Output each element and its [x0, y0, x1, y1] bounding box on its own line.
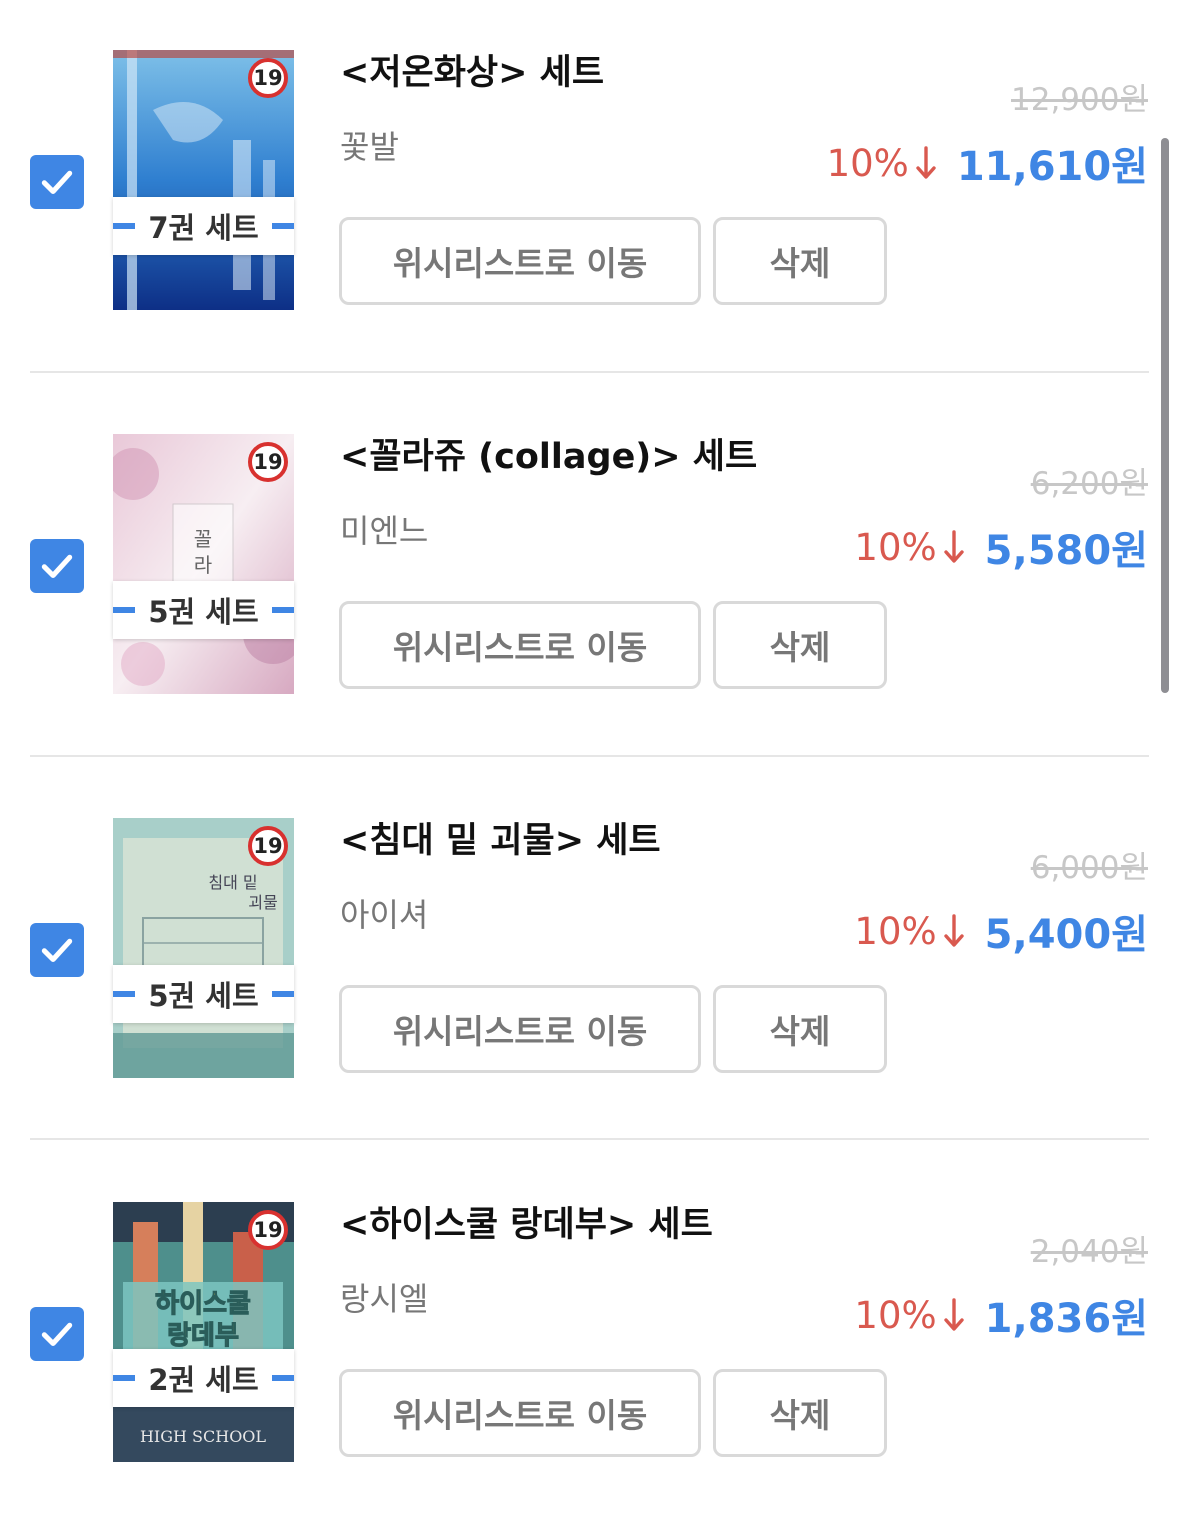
checkmark-icon	[41, 554, 73, 579]
price-row: 10% 11,610원	[827, 134, 1148, 192]
item-author: 랑시엘	[340, 1280, 429, 1318]
delete-button[interactable]: 삭제	[713, 985, 887, 1073]
cart-item: 하이스쿨 랑데부 HIGH SCHOOL 19 2권 세트 <하이스쿨 랑데부>…	[0, 1152, 1179, 1536]
delete-button[interactable]: 삭제	[713, 601, 887, 689]
age-rating-badge: 19	[248, 58, 288, 98]
sale-price: 1,836원	[984, 1296, 1148, 1342]
price-row: 10% 5,400원	[854, 902, 1148, 960]
divider	[30, 371, 1149, 373]
set-count-label: 5권 세트	[113, 965, 294, 1023]
arrow-down-icon	[943, 914, 964, 947]
item-title[interactable]: <꼴라쥬 (collage)> 세트	[340, 428, 757, 479]
book-cover[interactable]: 꼴 라 쥬 19	[113, 434, 294, 694]
checkmark-icon	[41, 938, 73, 963]
original-price: 2,040원	[1030, 1234, 1148, 1270]
move-to-wishlist-button[interactable]: 위시리스트로 이동	[339, 1369, 701, 1457]
book-cover[interactable]: 19	[113, 50, 294, 310]
price-row: 10% 5,580원	[854, 518, 1148, 576]
original-price: 6,200원	[1030, 466, 1148, 502]
move-to-wishlist-button[interactable]: 위시리스트로 이동	[339, 217, 701, 305]
set-count-label: 2권 세트	[113, 1349, 294, 1407]
move-to-wishlist-button[interactable]: 위시리스트로 이동	[339, 985, 701, 1073]
item-title[interactable]: <침대 밑 괴물> 세트	[340, 812, 661, 863]
divider	[30, 755, 1149, 757]
svg-text:침대 밑: 침대 밑	[208, 873, 257, 892]
discount-rate: 10%	[826, 141, 909, 185]
checkmark-icon	[41, 170, 73, 195]
delete-button[interactable]: 삭제	[713, 1369, 887, 1457]
age-rating-badge: 19	[248, 1210, 288, 1250]
svg-text:하이스쿨: 하이스쿨	[155, 1289, 251, 1319]
sale-price: 5,400원	[984, 912, 1148, 958]
price-row: 10% 1,836원	[854, 1286, 1148, 1344]
discount-rate: 10%	[854, 525, 937, 569]
discount-rate: 10%	[854, 909, 937, 953]
arrow-down-icon	[943, 1298, 964, 1331]
checkmark-icon	[41, 1322, 73, 1347]
age-rating-badge: 19	[248, 826, 288, 866]
item-checkbox[interactable]	[30, 1307, 84, 1361]
item-checkbox[interactable]	[30, 155, 84, 209]
svg-text:괴물: 괴물	[248, 893, 277, 912]
svg-text:HIGH SCHOOL: HIGH SCHOOL	[140, 1427, 266, 1446]
discount-rate: 10%	[854, 1293, 937, 1337]
sale-price: 5,580원	[984, 528, 1148, 574]
divider	[30, 1138, 1149, 1140]
item-checkbox[interactable]	[30, 923, 84, 977]
set-count-label: 7권 세트	[113, 197, 294, 255]
item-title[interactable]: <저온화상> 세트	[340, 44, 604, 95]
scrollbar[interactable]	[1161, 138, 1169, 693]
book-cover[interactable]: 침대 밑 괴물 19	[113, 818, 294, 1078]
original-price: 12,900원	[1011, 82, 1148, 118]
svg-text:꼴: 꼴	[194, 527, 212, 551]
original-price: 6,000원	[1030, 850, 1148, 886]
move-to-wishlist-button[interactable]: 위시리스트로 이동	[339, 601, 701, 689]
item-checkbox[interactable]	[30, 539, 84, 593]
svg-text:라: 라	[194, 553, 212, 577]
item-title[interactable]: <하이스쿨 랑데부> 세트	[340, 1196, 713, 1247]
arrow-down-icon	[916, 146, 936, 179]
sale-price: 11,610원	[956, 144, 1148, 190]
cart-item: 꼴 라 쥬 19 5권 세트 <꼴라쥬 (collage)> 세트 미엔느 6,…	[0, 384, 1179, 768]
cart-item: 19 7권 세트 <저온화상> 세트 꽃발 12,900원 10% 11,610…	[0, 0, 1179, 384]
book-cover[interactable]: 하이스쿨 랑데부 HIGH SCHOOL 19	[113, 1202, 294, 1462]
item-author: 미엔느	[340, 512, 429, 550]
item-author: 아이셔	[340, 896, 429, 934]
set-count-label: 5권 세트	[113, 581, 294, 639]
cart-item: 침대 밑 괴물 19 5권 세트 <침대 밑 괴물> 세트 아이셔 6,000원…	[0, 768, 1179, 1152]
age-rating-badge: 19	[248, 442, 288, 482]
svg-text:랑데부: 랑데부	[167, 1321, 239, 1351]
delete-button[interactable]: 삭제	[713, 217, 887, 305]
arrow-down-icon	[943, 530, 964, 563]
item-author: 꽃발	[340, 128, 399, 166]
